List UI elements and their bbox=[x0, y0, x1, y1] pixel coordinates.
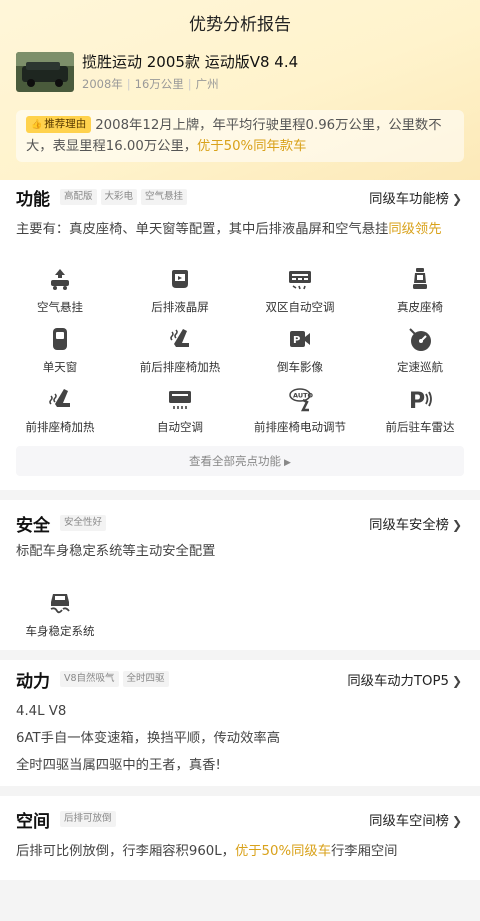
hero-banner: 优势分析报告 揽胜运动 2005款 运动版V8 4.4 2008年 | 16万公里 |… bbox=[0, 0, 480, 180]
power-seat-icon: AUTO bbox=[285, 384, 315, 414]
safety-tag: 安全性好 bbox=[60, 515, 107, 531]
feature-tag: 空气悬挂 bbox=[141, 189, 188, 205]
svg-text:P: P bbox=[409, 389, 425, 412]
feature-item[interactable]: 定速巡航 bbox=[360, 324, 480, 384]
air-suspension-icon bbox=[45, 264, 75, 294]
features-card: 功能 高配版 大彩电 空气悬挂 同级车功能榜 ❯ 主要有：真皮座椅、单天窗等配置，… bbox=[0, 180, 480, 490]
recommend-highlight: 优于50%同年款车 bbox=[197, 139, 307, 154]
chevron-right-icon: ❯ bbox=[451, 814, 462, 828]
seat-heating-icon bbox=[165, 324, 195, 354]
parking-radar-icon: P bbox=[405, 384, 435, 414]
leather-seat-icon bbox=[405, 264, 435, 294]
auto-ac-icon bbox=[165, 384, 195, 414]
power-rank-link[interactable]: 同级车动力TOP5 ❯ bbox=[347, 670, 462, 689]
safety-tags: 安全性好 bbox=[60, 515, 107, 531]
feature-item[interactable]: P 前后驻车雷达 bbox=[360, 384, 480, 444]
space-tag: 后排可放倒 bbox=[60, 811, 116, 827]
features-highlight: 同级领先 bbox=[388, 222, 442, 237]
safety-desc: 标配车身稳定系统等主动安全配置 bbox=[16, 544, 216, 559]
features-desc: 主要有：真皮座椅、单天窗等配置，其中后排液晶屏和空气悬挂同级领先 bbox=[16, 222, 442, 237]
caret-right-icon: ▶ bbox=[284, 458, 291, 468]
recommend-badge: 👍 推荐理由 bbox=[26, 116, 92, 133]
space-title: 空间 bbox=[16, 812, 50, 832]
stability-control-icon bbox=[45, 588, 75, 618]
space-tags: 后排可放倒 bbox=[60, 811, 116, 827]
feature-item[interactable]: 空气悬挂 bbox=[0, 264, 120, 324]
thumbs-up-icon: 👍 bbox=[31, 120, 43, 130]
svg-text:AUTO: AUTO bbox=[293, 392, 313, 400]
power-tag: 全时四驱 bbox=[122, 671, 169, 687]
cruise-control-icon bbox=[405, 324, 435, 354]
chevron-right-icon: ❯ bbox=[451, 674, 462, 688]
space-card: 空间 后排可放倒 同级车空间榜 ❯ 后排可比例放倒，行李厢容积960L，优于50%… bbox=[0, 796, 480, 880]
car-meta: 2008年 | 16万公里 | 广州 bbox=[82, 77, 219, 91]
power-card: 动力 V8自然吸气 全时四驱 同级车动力TOP5 ❯ 4.4L V8 6AT手自一… bbox=[0, 660, 480, 786]
chevron-right-icon: ❯ bbox=[451, 192, 462, 206]
power-tag: V8自然吸气 bbox=[60, 671, 119, 687]
recommend-reason: 👍 推荐理由 2008年12月上牌，年平均行驶里程0.96万公里，公里数不大，表显里… bbox=[16, 110, 464, 162]
car-thumbnail bbox=[16, 52, 74, 92]
feature-item[interactable]: 后排液晶屏 bbox=[120, 264, 240, 324]
features-grid: 空气悬挂 后排液晶屏 双区自动空调 真皮座椅 单天窗 前后排座椅加热 P 倒车影… bbox=[0, 264, 480, 444]
feature-tag: 大彩电 bbox=[100, 189, 138, 205]
space-desc: 后排可比例放倒，行李厢容积960L，优于50%同级车行李厢空间 bbox=[16, 844, 398, 859]
feature-tag: 高配版 bbox=[60, 189, 97, 205]
car-year: 2008年 bbox=[82, 77, 123, 91]
svg-text:P: P bbox=[293, 335, 300, 346]
car-name: 揽胜运动 2005款 运动版V8 4.4 bbox=[82, 53, 299, 71]
power-tags: V8自然吸气 全时四驱 bbox=[60, 671, 169, 687]
feature-item[interactable]: 单天窗 bbox=[0, 324, 120, 384]
sunroof-icon bbox=[45, 324, 75, 354]
safety-grid: 车身稳定系统 bbox=[0, 588, 480, 648]
power-line: 全时四驱当属四驱中的王者，真香! bbox=[16, 758, 221, 773]
car-mileage: 16万公里 bbox=[134, 77, 184, 91]
feature-item[interactable]: 前排座椅加热 bbox=[0, 384, 120, 444]
features-tags: 高配版 大彩电 空气悬挂 bbox=[60, 189, 188, 205]
page-title: 优势分析报告 bbox=[189, 15, 291, 35]
feature-item[interactable]: AUTO 前排座椅电动调节 bbox=[240, 384, 360, 444]
safety-rank-link[interactable]: 同级车安全榜 ❯ bbox=[369, 514, 462, 533]
feature-item[interactable]: 真皮座椅 bbox=[360, 264, 480, 324]
power-line: 4.4L V8 bbox=[16, 704, 67, 719]
view-all-features-button[interactable]: 查看全部亮点功能 ▶ bbox=[16, 446, 464, 476]
space-rank-link[interactable]: 同级车空间榜 ❯ bbox=[369, 810, 462, 829]
front-seat-heating-icon bbox=[45, 384, 75, 414]
chevron-right-icon: ❯ bbox=[451, 518, 462, 532]
power-lines: 4.4L V8 6AT手自一体变速箱，换挡平顺，传动效率高 全时四驱当属四驱中的… bbox=[16, 702, 280, 783]
car-city: 广州 bbox=[195, 77, 219, 91]
car-summary[interactable]: 揽胜运动 2005款 运动版V8 4.4 2008年 | 16万公里 | 广州 bbox=[16, 52, 464, 92]
safety-card: 安全 安全性好 同级车安全榜 ❯ 标配车身稳定系统等主动安全配置 车身稳定系统 bbox=[0, 500, 480, 650]
features-rank-link[interactable]: 同级车功能榜 ❯ bbox=[369, 188, 462, 207]
safety-item[interactable]: 车身稳定系统 bbox=[0, 588, 120, 648]
reverse-camera-icon: P bbox=[285, 324, 315, 354]
feature-item[interactable]: 双区自动空调 bbox=[240, 264, 360, 324]
power-line: 6AT手自一体变速箱，换挡平顺，传动效率高 bbox=[16, 731, 280, 746]
features-title: 功能 bbox=[16, 190, 50, 210]
space-highlight: 优于50%同级车 bbox=[234, 844, 331, 859]
dual-zone-ac-icon bbox=[285, 264, 315, 294]
feature-item[interactable]: P 倒车影像 bbox=[240, 324, 360, 384]
feature-item[interactable]: 自动空调 bbox=[120, 384, 240, 444]
power-title: 动力 bbox=[16, 672, 50, 692]
rear-screen-icon bbox=[165, 264, 195, 294]
feature-item[interactable]: 前后排座椅加热 bbox=[120, 324, 240, 384]
safety-title: 安全 bbox=[16, 516, 50, 536]
